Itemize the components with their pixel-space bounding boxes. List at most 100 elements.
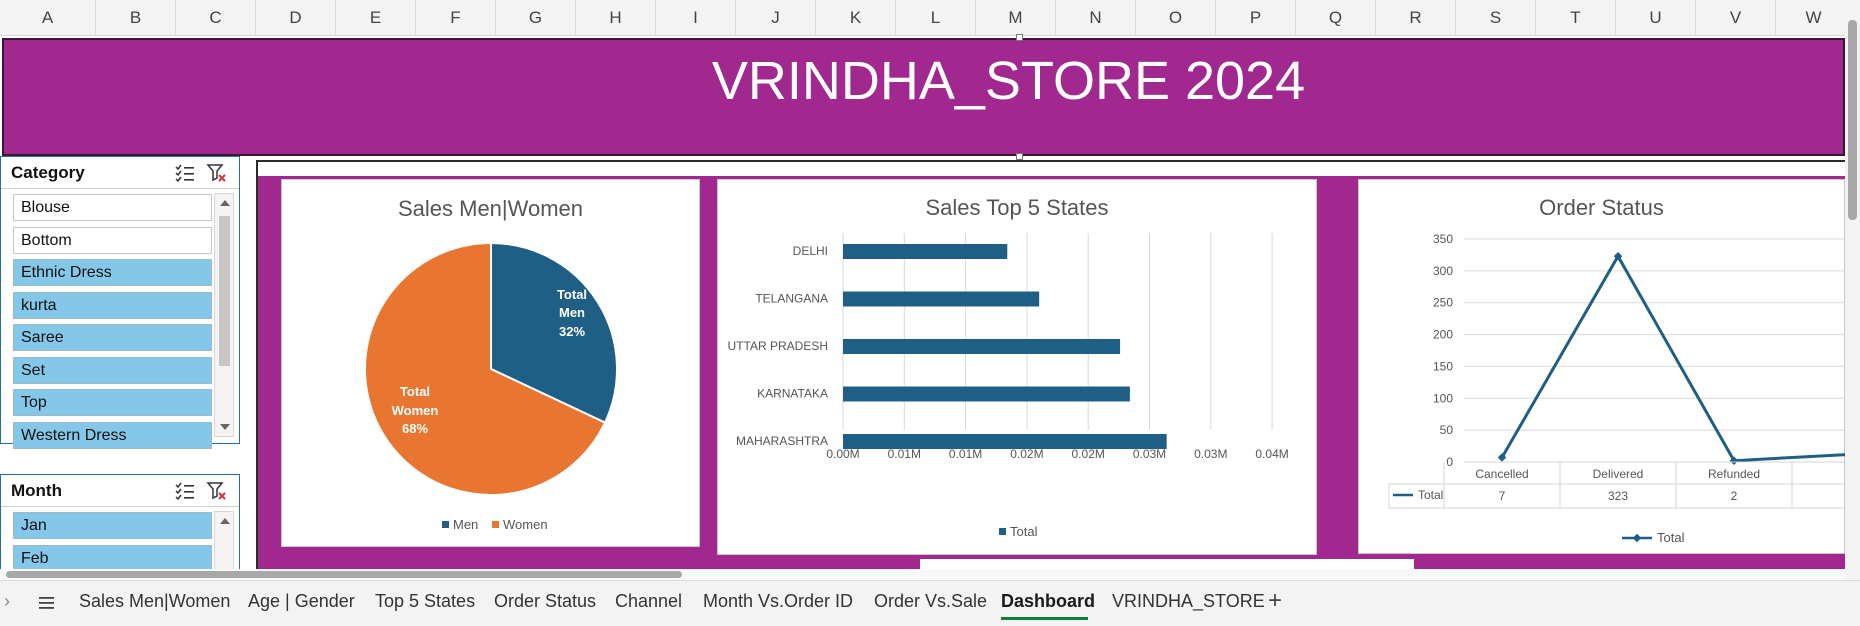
slicer-item[interactable]: Jan [13,512,212,539]
y-tick-label: 350 [1433,232,1453,246]
sheet-tab[interactable]: Channel [615,591,682,612]
bar-chart-card[interactable]: Sales Top 5 States 0.00M 0.01M 0.01M 0.02M 0… [717,179,1317,555]
legend-marker [1632,533,1642,543]
resize-handle[interactable] [1016,153,1023,160]
banner-title: VRINDHA_STORE 2024 [711,51,1306,111]
worksheet[interactable]: VRINDHA_STORE 2024 Category Blouse Botto… [0,34,1846,575]
data-table-value: 2 [1731,489,1738,503]
column-header[interactable]: F [416,0,496,36]
column-header[interactable]: Q [1296,0,1376,36]
sheet-tab[interactable]: Sales Men|Women [79,591,230,612]
month-slicer[interactable]: Month Jan Feb [0,474,240,575]
column-header[interactable]: A [0,0,96,36]
slicer-item[interactable]: kurta [13,291,212,319]
bar[interactable] [843,339,1121,354]
column-header[interactable]: B [96,0,176,36]
column-header[interactable]: I [656,0,736,36]
column-header[interactable]: R [1376,0,1456,36]
x-tick-label: 0.03M [1194,447,1227,461]
slicer-title: Month [11,481,62,500]
pie-chart-card[interactable]: Sales Men|Women Total Men 32% Total Women 68%… [281,179,700,547]
x-tick-label: 0.02M [1072,447,1105,461]
column-header[interactable]: K [816,0,896,36]
table-row-label: Total [1418,488,1443,502]
bar[interactable] [843,386,1130,402]
column-header[interactable]: S [1456,0,1536,36]
vertical-scrollbar[interactable] [1845,0,1860,580]
category-slicer[interactable]: Category Blouse Bottom Ethnic Dress kurta Sa… [0,156,240,449]
scroll-up-arrow-icon[interactable] [220,518,230,524]
column-header[interactable]: U [1616,0,1696,36]
resize-handle[interactable] [1016,34,1023,41]
scroll-down-arrow-icon[interactable] [220,424,230,430]
slicer-item[interactable]: Saree [13,324,212,351]
x-tick-label: 0.04M [1255,447,1288,461]
legend-label: Total [1010,524,1038,539]
sheet-tab[interactable]: Age | Gender [248,591,355,612]
column-header[interactable]: O [1136,0,1216,36]
sheet-tab[interactable]: Order Status [494,591,596,612]
legend-swatch [492,521,499,528]
y-category-label: TELANGANA [755,292,828,306]
data-label: Women [392,403,439,418]
scroll-up-arrow-icon[interactable] [220,200,230,206]
column-header[interactable]: H [576,0,656,36]
divider-line [258,160,1845,162]
category-label: Refunded [1708,467,1760,481]
column-header[interactable]: E [336,0,416,36]
line-chart-card[interactable]: Order Status 0 50 100 150 200 250 300 350 Cancel… [1358,179,1846,554]
slicer-scrollbar[interactable] [214,511,234,575]
column-header[interactable]: W [1776,0,1852,36]
slicer-item[interactable]: Ethnic Dress [13,259,212,286]
slicer-scrollbar[interactable] [214,193,234,437]
clear-filter-icon[interactable] [206,162,228,184]
column-header[interactable]: N [1056,0,1136,36]
add-sheet-icon[interactable]: + [1268,587,1282,615]
multi-select-icon[interactable] [174,162,196,184]
sheet-tab[interactable]: Dashboard [1001,591,1095,612]
scroll-thumb[interactable] [6,571,682,578]
bar[interactable] [843,291,1040,307]
sheet-tab[interactable]: Top 5 States [375,591,475,612]
y-category-label: KARNATAKA [757,387,828,401]
column-header[interactable]: J [736,0,816,36]
menu-icon[interactable] [38,595,56,611]
column-header[interactable]: P [1216,0,1296,36]
sheet-tab[interactable]: Month Vs.Order ID [703,591,853,612]
slicer-item[interactable]: Bottom [13,226,212,254]
clear-filter-icon[interactable] [206,480,228,502]
sheet-tab[interactable]: Order Vs.Sale [874,591,987,612]
scroll-thumb[interactable] [219,216,230,366]
column-header[interactable]: G [496,0,576,36]
slicer-item[interactable]: Blouse [13,194,212,221]
multi-select-icon[interactable] [174,480,196,502]
x-tick-label: 0.00M [826,447,859,461]
x-tick-label: 0.01M [888,447,921,461]
y-tick-label: 300 [1433,264,1453,278]
line-chart: 0 50 100 150 200 250 300 350 Cancelled 7 Delivered… [1388,232,1846,545]
bar-chart: 0.00M 0.01M 0.01M 0.02M 0.02M 0.03M 0.03M 0.04M… [728,233,1289,539]
title-banner[interactable]: VRINDHA_STORE 2024 [2,38,1845,156]
data-label: Total [557,287,587,302]
column-header[interactable]: T [1536,0,1616,36]
slicer-item[interactable]: Western Dress [13,421,212,449]
slicer-item[interactable]: Top [13,389,212,416]
legend-label: Women [503,517,548,532]
horizontal-scrollbar[interactable] [0,569,1845,580]
sheet-tab[interactable]: VRINDHA_STORE [1112,591,1265,612]
y-tick-label: 0 [1446,455,1453,469]
column-header[interactable]: M [976,0,1056,36]
column-header[interactable]: V [1696,0,1776,36]
y-tick-label: 100 [1433,391,1453,405]
data-label: 68% [402,421,428,436]
bar[interactable] [843,244,1008,259]
legend-label: Men [453,517,478,532]
column-header[interactable]: C [176,0,256,36]
chevron-right-icon[interactable]: › [4,591,10,612]
bar[interactable] [843,434,1167,449]
slicer-item[interactable]: Feb [13,544,212,572]
column-header[interactable]: L [896,0,976,36]
slicer-item[interactable]: Set [13,356,212,384]
scroll-thumb[interactable] [1848,20,1857,220]
column-header[interactable]: D [256,0,336,36]
